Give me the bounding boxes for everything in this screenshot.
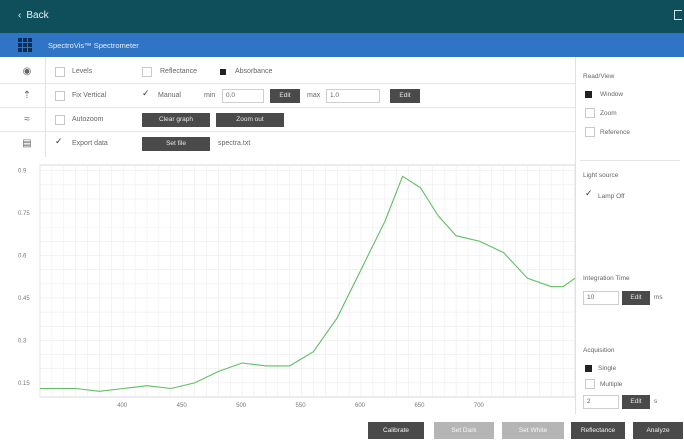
y-tick-label: 0.6 xyxy=(18,254,27,260)
x-tick-label: 600 xyxy=(355,403,366,409)
set-white-button[interactable]: Set White xyxy=(502,422,564,439)
acquisition-unit: s xyxy=(654,398,658,405)
reference-checkbox[interactable] xyxy=(585,127,595,137)
acquisition-edit-button[interactable]: Edit xyxy=(622,395,650,409)
file-name-label: spectra.txt xyxy=(218,140,251,147)
edit-max-button[interactable]: Edit xyxy=(390,89,420,103)
eye-icon: ◉ xyxy=(22,66,32,77)
zoom-label: Zoom xyxy=(600,110,617,117)
graph-controls: ◉ Levels Reflectance Absorbance ⇡ Fix Ve… xyxy=(0,57,575,157)
spectrum-chart[interactable]: 0.9 0.75 0.6 0.45 0.3 0.15 400 450 500 550 600 650 7… xyxy=(10,161,580,414)
min-input[interactable]: 0.0 xyxy=(222,89,264,103)
footer-bar: Calibrate Set Dark Set White Reflectance… xyxy=(0,414,684,441)
y-tick-label: 0.45 xyxy=(18,296,30,302)
calibrate-button[interactable]: Calibrate xyxy=(368,422,424,439)
spectrum-chart-svg[interactable]: 0.9 0.75 0.6 0.45 0.3 0.15 400 450 500 550 600 650 7… xyxy=(10,161,580,414)
clear-graph-button[interactable]: Clear graph xyxy=(142,113,210,127)
max-input[interactable]: 1.0 xyxy=(326,89,380,103)
lamp-checkbox[interactable] xyxy=(585,188,595,201)
y-tick-label: 0.75 xyxy=(18,211,30,217)
max-label: max xyxy=(307,92,321,99)
back-label: Back xyxy=(26,10,49,21)
fix-vertical-label: Fix Vertical xyxy=(72,92,107,99)
window-label: Window xyxy=(600,91,624,98)
readview-title: Read/View xyxy=(583,73,615,80)
reflectance-label: Reflectance xyxy=(160,68,197,75)
y-tick-label: 0.15 xyxy=(18,381,30,387)
app-bar: SpectroVis™ Spectrometer xyxy=(0,33,684,57)
export-data-label: Export data xyxy=(72,140,108,147)
x-tick-label: 550 xyxy=(296,403,307,409)
y-tick-label: 0.9 xyxy=(18,169,27,175)
autozoom-checkbox[interactable] xyxy=(55,115,65,125)
integration-unit: ms xyxy=(654,294,663,301)
y-axis-row: ⇡ Fix Vertical Manual min 0.0 Edit max 1… xyxy=(0,85,575,108)
x-tick-label: 650 xyxy=(414,403,425,409)
chevron-left-icon: ‹ xyxy=(18,10,22,21)
vertical-arrow-icon: ⇡ xyxy=(22,90,32,101)
export-data-checkbox[interactable] xyxy=(55,136,65,149)
zoom-out-button[interactable]: Zoom out xyxy=(216,113,284,127)
manual-checkbox[interactable] xyxy=(142,88,152,101)
plot-area xyxy=(39,164,576,398)
multiple-checkbox[interactable] xyxy=(585,379,595,389)
side-divider-1 xyxy=(580,160,680,161)
light-source-title: Light source xyxy=(583,172,619,179)
reference-label: Reference xyxy=(600,129,630,136)
integration-edit-button[interactable]: Edit xyxy=(622,291,650,305)
reflectance-checkbox[interactable] xyxy=(142,67,152,77)
acquisition-title: Acquisition xyxy=(583,347,615,354)
x-tick-label: 450 xyxy=(177,403,188,409)
analyze-button[interactable]: Analyze xyxy=(633,422,683,439)
autozoom-label: Autozoom xyxy=(72,116,104,123)
y-tick-label: 0.3 xyxy=(18,338,27,344)
integration-input[interactable]: 10 xyxy=(583,291,619,305)
window-radio[interactable] xyxy=(585,91,592,98)
single-label: Single xyxy=(598,365,617,372)
integration-title: Integration Time xyxy=(583,275,630,282)
app-title: SpectroVis™ Spectrometer xyxy=(48,41,139,50)
acquisition-input[interactable]: 2 xyxy=(583,395,619,409)
back-button[interactable]: ‹ Back xyxy=(18,10,49,21)
export-row: ▤ Export data Set file spectra.txt xyxy=(0,133,575,156)
levels-label: Levels xyxy=(72,68,93,75)
x-tick-label: 700 xyxy=(474,403,485,409)
view-row: ◉ Levels Reflectance Absorbance xyxy=(0,61,575,84)
reflectance-button[interactable]: Reflectance xyxy=(571,422,625,439)
set-file-button[interactable]: Set file xyxy=(142,137,210,151)
fix-vertical-checkbox[interactable] xyxy=(55,91,65,101)
set-dark-button[interactable]: Set Dark xyxy=(434,422,494,439)
edit-min-button[interactable]: Edit xyxy=(270,89,300,103)
levels-checkbox[interactable] xyxy=(55,67,65,77)
absorbance-label: Absorbance xyxy=(235,68,273,75)
clipboard-icon: ▤ xyxy=(22,138,32,149)
wave-icon: ≈ xyxy=(24,114,30,125)
absorbance-checkbox[interactable] xyxy=(220,69,226,75)
x-tick-label: 400 xyxy=(117,403,128,409)
min-label: min xyxy=(204,92,216,99)
controls-divider xyxy=(45,57,46,157)
zoom-row: ≈ Autozoom Clear graph Zoom out xyxy=(0,109,575,132)
x-tick-label: 500 xyxy=(236,403,247,409)
single-radio[interactable] xyxy=(585,365,592,372)
app-grid-icon[interactable] xyxy=(18,38,32,52)
lamp-label: Lamp Off xyxy=(598,193,625,200)
manual-label: Manual xyxy=(158,92,181,99)
window-icon[interactable] xyxy=(674,10,682,20)
multiple-label: Multiple xyxy=(600,381,623,388)
zoom-checkbox[interactable] xyxy=(585,108,595,118)
side-panel: Read/View Window Zoom Reference Light so… xyxy=(575,57,684,414)
title-bar: ‹ Back xyxy=(0,0,684,33)
